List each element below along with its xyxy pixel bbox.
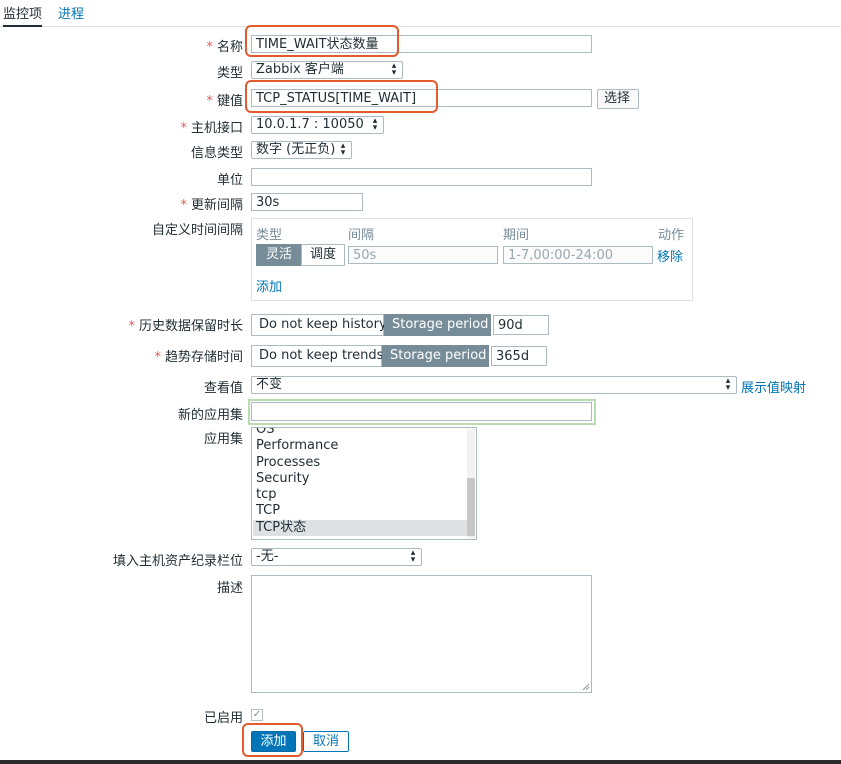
add-interval-link[interactable]: 添加 bbox=[256, 276, 282, 295]
custom-intervals-table: 类型 间隔 期间 动作 灵活 调度 50s 1-7,00:00-24:00 移除… bbox=[251, 218, 693, 301]
listbox-scroll-thumb[interactable] bbox=[467, 478, 475, 536]
show-value-label: 查看值 bbox=[203, 381, 243, 396]
list-item[interactable]: TCP bbox=[253, 503, 468, 519]
resize-handle-icon[interactable] bbox=[582, 683, 590, 691]
info-type-select[interactable]: 数字 (无正负) ▴ ▾ bbox=[251, 141, 352, 159]
info-type-value: 数字 (无正负) bbox=[256, 142, 336, 157]
trends-no-keep-toggle[interactable]: Do not keep trends bbox=[251, 345, 383, 367]
update-interval-input[interactable]: 30s bbox=[251, 193, 363, 211]
cancel-button[interactable]: 取消 bbox=[303, 731, 349, 752]
trends-label: * 趋势存储时间 bbox=[154, 350, 243, 365]
list-item[interactable]: tcp bbox=[253, 487, 468, 503]
description-label: 描述 bbox=[216, 581, 243, 596]
history-label: * 历史数据保留时长 bbox=[128, 319, 243, 334]
inventory-label: 填入主机资产纪录栏位 bbox=[112, 554, 243, 569]
tab-bar: 监控项 进程 bbox=[0, 0, 841, 27]
show-value-value: 不变 bbox=[256, 377, 283, 392]
key-select-button[interactable]: 选择 bbox=[597, 89, 639, 109]
new-application-input[interactable] bbox=[251, 402, 592, 421]
required-asterisk: * bbox=[206, 40, 213, 55]
flexible-toggle[interactable]: 灵活 bbox=[256, 244, 302, 266]
applications-listbox[interactable]: OS Performance Processes Security tcp TC… bbox=[251, 427, 477, 540]
select-updown-icon: ▴ ▾ bbox=[391, 61, 397, 78]
required-asterisk: * bbox=[206, 94, 213, 109]
select-updown-icon: ▴ ▾ bbox=[410, 548, 416, 565]
list-item[interactable]: Performance bbox=[253, 438, 468, 454]
required-asterisk: * bbox=[180, 198, 187, 213]
required-asterisk: * bbox=[128, 319, 135, 334]
name-highlight-box bbox=[245, 25, 399, 57]
tab-process[interactable]: 进程 bbox=[58, 3, 84, 22]
header-type: 类型 bbox=[256, 228, 283, 243]
custom-intervals-label: 自定义时间间隔 bbox=[151, 223, 243, 238]
required-asterisk: * bbox=[180, 121, 187, 136]
info-type-label: 信息类型 bbox=[190, 146, 243, 161]
select-updown-icon: ▴ ▾ bbox=[340, 141, 346, 158]
select-updown-icon: ▴ ▾ bbox=[725, 376, 731, 393]
period-input[interactable]: 1-7,00:00-24:00 bbox=[503, 246, 653, 264]
header-interval: 间隔 bbox=[348, 228, 375, 243]
host-interface-select[interactable]: 10.0.1.7 : 10050 ▴ ▾ bbox=[251, 116, 384, 134]
name-label: * 名称 bbox=[206, 40, 243, 55]
type-select-value: Zabbix 客户端 bbox=[256, 62, 344, 77]
bottom-border bbox=[0, 760, 841, 764]
add-button-highlight-box bbox=[242, 723, 303, 757]
select-updown-icon: ▴ ▾ bbox=[372, 116, 378, 133]
host-interface-value: 10.0.1.7 : 10050 bbox=[256, 117, 364, 132]
key-highlight-box bbox=[245, 80, 438, 113]
type-label: 类型 bbox=[216, 66, 243, 81]
interval-input[interactable]: 50s bbox=[348, 246, 498, 264]
history-no-keep-toggle[interactable]: Do not keep history bbox=[251, 314, 387, 336]
list-item[interactable]: OS bbox=[253, 428, 468, 438]
tab-items[interactable]: 监控项 bbox=[3, 3, 43, 27]
show-value-mapping-link[interactable]: 展示值映射 bbox=[741, 377, 806, 396]
enabled-label: 已启用 bbox=[203, 711, 243, 726]
applications-label: 应用集 bbox=[203, 432, 243, 447]
inventory-value: -无- bbox=[256, 549, 279, 564]
list-item[interactable]: Security bbox=[253, 471, 468, 487]
new-application-label: 新的应用集 bbox=[177, 408, 243, 423]
required-asterisk: * bbox=[154, 350, 161, 365]
type-select[interactable]: Zabbix 客户端 ▴ ▾ bbox=[251, 61, 403, 79]
inventory-select[interactable]: -无- ▴ ▾ bbox=[251, 548, 422, 566]
list-item[interactable]: Processes bbox=[253, 455, 468, 471]
trends-storage-toggle[interactable]: Storage period bbox=[382, 345, 489, 367]
update-interval-label: * 更新间隔 bbox=[180, 198, 243, 213]
enabled-checkbox[interactable]: ✓ bbox=[251, 709, 263, 721]
checkmark-icon: ✓ bbox=[252, 709, 262, 720]
header-action: 动作 bbox=[658, 228, 685, 243]
host-interface-label: * 主机接口 bbox=[180, 121, 243, 136]
list-item-selected[interactable]: TCP状态 bbox=[253, 520, 468, 536]
history-period-input[interactable]: 90d bbox=[493, 315, 549, 335]
show-value-select[interactable]: 不变 ▴ ▾ bbox=[251, 376, 737, 394]
units-label: 单位 bbox=[216, 173, 243, 188]
header-period: 期间 bbox=[503, 228, 530, 243]
trends-period-input[interactable]: 365d bbox=[491, 346, 547, 366]
remove-link[interactable]: 移除 bbox=[657, 246, 683, 265]
scheduling-toggle[interactable]: 调度 bbox=[301, 244, 345, 266]
description-textarea[interactable] bbox=[251, 575, 592, 693]
units-input[interactable] bbox=[251, 168, 592, 186]
key-label: * 键值 bbox=[206, 94, 243, 109]
history-storage-toggle[interactable]: Storage period bbox=[384, 314, 491, 336]
